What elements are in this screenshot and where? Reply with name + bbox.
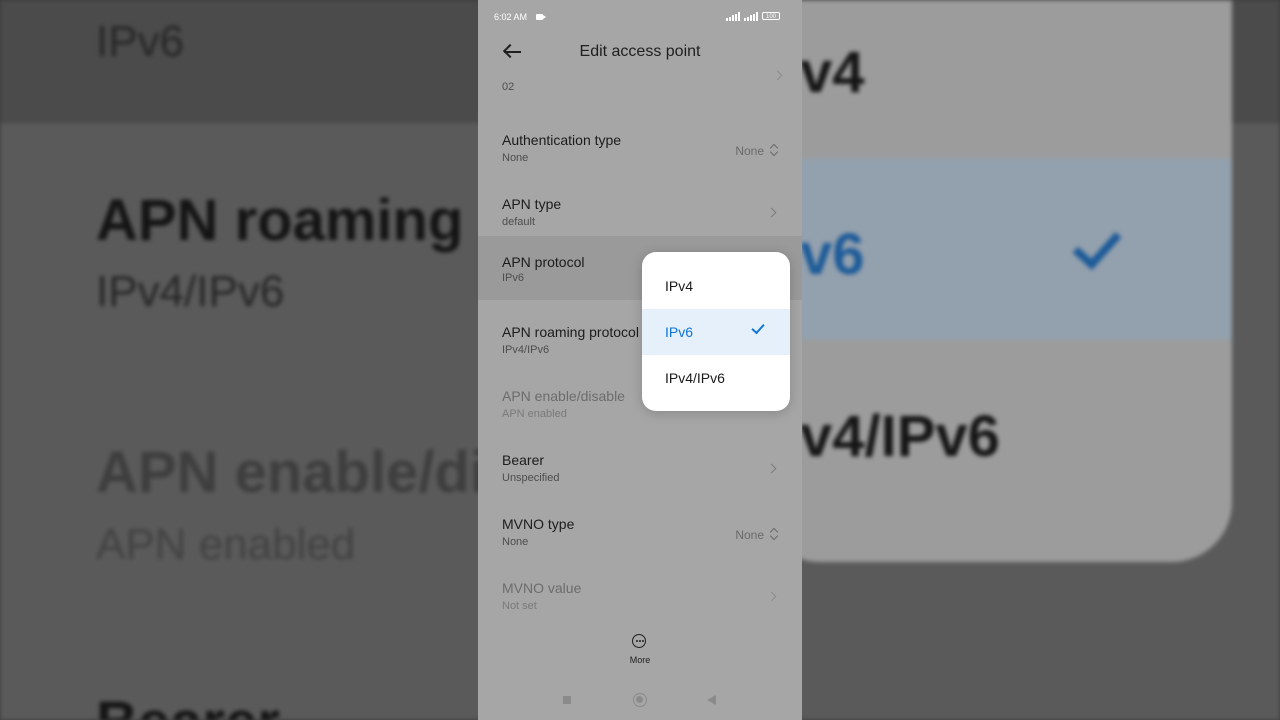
setting-subtitle: None xyxy=(502,152,529,164)
status-time: 6:02 AM xyxy=(494,12,528,22)
status-bar: 6:02 AM 100 xyxy=(478,0,802,36)
signal-icon xyxy=(726,12,741,21)
setting-mvno-value: MVNO value Not set xyxy=(478,560,802,624)
setting-title: Authentication type xyxy=(502,132,622,148)
chevron-right-icon xyxy=(766,591,777,602)
setting-title: APN roaming protocol xyxy=(502,324,639,340)
setting-value: None xyxy=(735,144,764,158)
more-button[interactable]: More xyxy=(620,632,660,668)
option-label: IPv4 xyxy=(665,278,694,294)
setting-apn-type[interactable]: APN type default xyxy=(478,176,802,240)
previous-row-edit-icon xyxy=(772,70,783,81)
chevron-right-icon xyxy=(766,463,777,474)
setting-subtitle: None xyxy=(502,536,529,548)
background-roaming-title: APN roaming p xyxy=(96,188,515,253)
setting-title: APN protocol xyxy=(502,254,585,270)
recents-button[interactable] xyxy=(563,696,571,704)
setting-mvno-type[interactable]: MVNO type None None xyxy=(478,496,802,560)
setting-title: APN type xyxy=(502,196,562,212)
background-bearer-title: Bearer xyxy=(96,694,280,720)
background-top-value: IPv6 xyxy=(96,17,185,66)
screen-record-icon xyxy=(536,14,546,20)
setting-subtitle: Not set xyxy=(502,600,537,612)
signal-icon-2 xyxy=(744,12,759,21)
page-title: Edit access point xyxy=(579,43,701,60)
setting-authentication-type[interactable]: Authentication type None None xyxy=(478,112,802,176)
setting-subtitle: IPv6 xyxy=(502,272,525,284)
setting-title: Bearer xyxy=(502,452,545,468)
navigation-bar xyxy=(478,682,802,720)
background-popup-option-bottom: v4/IPv6 xyxy=(800,404,1000,469)
up-down-icon xyxy=(770,527,778,541)
apn-protocol-dropdown: IPv4 IPv6 IPv4/IPv6 xyxy=(642,252,790,411)
setting-title: MVNO value xyxy=(502,580,582,596)
background-enable-title: APN enable/di xyxy=(96,440,486,505)
option-label: IPv4/IPv6 xyxy=(665,370,725,386)
more-dots-icon xyxy=(632,634,646,648)
battery-icon: 100 xyxy=(762,12,780,20)
setting-subtitle: APN enabled xyxy=(502,408,567,420)
setting-subtitle: IPv4/IPv6 xyxy=(502,344,550,356)
chevron-right-icon xyxy=(766,207,777,218)
up-down-icon xyxy=(770,143,778,157)
home-button[interactable] xyxy=(633,693,647,707)
setting-title: APN enable/disable xyxy=(502,388,625,404)
option-ipv6[interactable]: IPv6 xyxy=(642,309,790,355)
background-roaming-value: IPv4/IPv6 xyxy=(96,267,285,316)
back-button[interactable] xyxy=(707,695,716,705)
header: Edit access point xyxy=(478,36,802,68)
option-label: IPv6 xyxy=(665,324,694,340)
background-popup-option-selected: v6 xyxy=(800,222,865,287)
setting-subtitle: Unspecified xyxy=(502,472,560,484)
setting-value: None xyxy=(735,528,764,542)
setting-bearer[interactable]: Bearer Unspecified xyxy=(478,432,802,496)
previous-row-value: 02 xyxy=(502,81,515,93)
option-ipv4-ipv6[interactable]: IPv4/IPv6 xyxy=(642,355,790,401)
check-icon xyxy=(751,320,765,335)
setting-subtitle: default xyxy=(502,216,536,228)
option-ipv4[interactable]: IPv4 xyxy=(642,263,790,309)
background-popup-option-top: v4 xyxy=(800,40,865,105)
more-label: More xyxy=(629,655,651,665)
setting-title: MVNO type xyxy=(502,516,575,532)
background-enable-value: APN enabled xyxy=(96,520,356,569)
